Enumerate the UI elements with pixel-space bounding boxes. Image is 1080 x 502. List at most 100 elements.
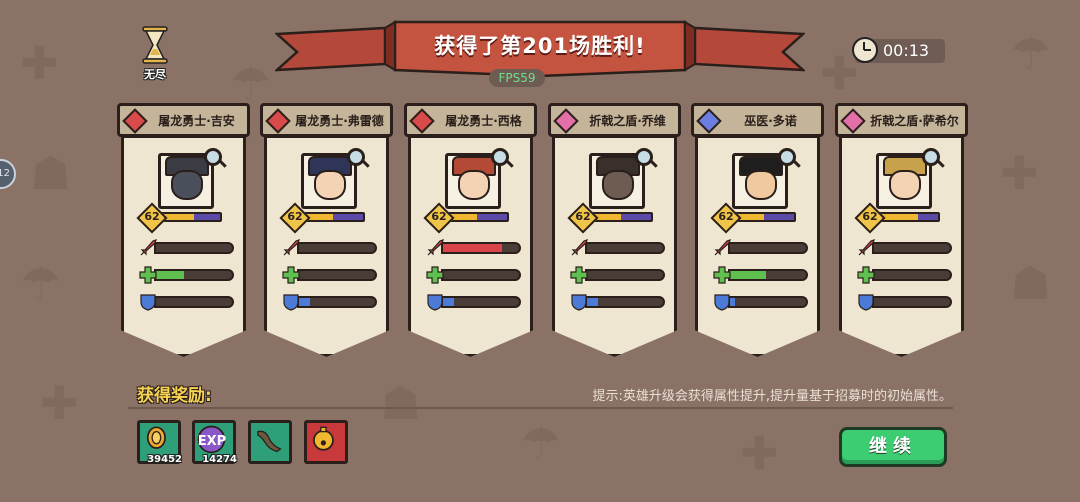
magnifier-icon[interactable]: [491, 148, 509, 166]
sword-icon: [427, 239, 444, 256]
sword-icon: [140, 239, 157, 256]
shield-icon: [427, 294, 443, 311]
shield-icon: [714, 294, 730, 311]
health-bar: [154, 269, 234, 281]
timer-value: 00:13: [883, 41, 930, 60]
health-bar-fill: [730, 271, 767, 279]
hero-face: [314, 170, 346, 200]
class-gem-icon: [122, 108, 148, 134]
hero-name: 巫医·多诺: [744, 114, 797, 128]
reward-gold[interactable]: 39452: [137, 420, 182, 465]
reward-lizard[interactable]: [248, 420, 292, 464]
magnifier-icon[interactable]: [347, 148, 365, 166]
hero-name-tab: 巫医·多诺: [691, 103, 824, 137]
sword-icon: [858, 239, 875, 256]
hero-card[interactable]: 折戟之盾·乔维 62: [548, 103, 681, 359]
health-bar: [297, 269, 377, 281]
defense-bar: [154, 296, 234, 308]
side-chat-bubble[interactable]: 12: [0, 159, 16, 189]
health-cross-icon: [713, 266, 731, 284]
health-cross-icon: [570, 266, 588, 284]
attack-bar: [297, 242, 377, 254]
health-cross-icon: [282, 266, 300, 284]
shield-icon: [283, 294, 299, 311]
defense-stat: [712, 292, 808, 311]
reward-count: 39452: [147, 454, 182, 465]
health-stat: [425, 265, 521, 284]
magnifier-icon[interactable]: [922, 148, 940, 166]
shield-icon: [571, 294, 587, 311]
hero-name-tab: 屠龙勇士·弗雷德: [260, 103, 393, 137]
magnifier-icon[interactable]: [778, 148, 796, 166]
rewards-divider: [128, 407, 953, 409]
hero-face: [745, 170, 777, 200]
defense-bar: [297, 296, 377, 308]
reward-exp[interactable]: EXP 14274: [192, 420, 237, 465]
health-cross-icon: [857, 266, 875, 284]
hero-card-body: 62: [839, 135, 964, 357]
hero-card[interactable]: 折戟之盾·萨希尔 62: [835, 103, 968, 359]
sword-icon: [714, 239, 731, 256]
hero-face: [889, 170, 921, 200]
defense-bar: [585, 296, 665, 308]
attack-stat: [569, 238, 665, 256]
attack-stat: [712, 238, 808, 256]
defense-stat: [138, 292, 234, 311]
hero-level: 62: [287, 210, 303, 223]
attack-bar-fill: [443, 244, 502, 252]
magnifier-icon[interactable]: [635, 148, 653, 166]
magnifier-icon[interactable]: [204, 148, 222, 166]
health-bar: [441, 269, 521, 281]
battle-timer: 00:13: [852, 37, 945, 63]
hero-face: [458, 170, 490, 200]
hero-face: [602, 170, 634, 200]
hero-name: 屠龙勇士·吉安: [158, 114, 235, 128]
shield-icon: [858, 294, 874, 311]
hero-card-body: 62: [121, 135, 246, 357]
hero-name-tab: 屠龙勇士·西格: [404, 103, 537, 137]
health-bar: [585, 269, 665, 281]
shield-icon: [140, 294, 156, 311]
attack-bar: [585, 242, 665, 254]
exp-glyph: EXP: [197, 434, 227, 449]
class-gem-icon: [553, 108, 579, 134]
hero-card[interactable]: 屠龙勇士·西格 62: [404, 103, 537, 359]
health-bar-fill: [156, 271, 185, 279]
class-gem-icon: [265, 108, 291, 134]
hero-card[interactable]: 屠龙勇士·吉安 62: [117, 103, 250, 359]
hero-card[interactable]: 屠龙勇士·弗雷德 62: [260, 103, 393, 359]
hero-face: [171, 170, 203, 200]
health-stat: [712, 265, 808, 284]
defense-stat: [281, 292, 377, 311]
reward-bell[interactable]: [304, 420, 348, 464]
health-bar: [872, 269, 952, 281]
sword-icon: [283, 239, 300, 256]
defense-bar: [441, 296, 521, 308]
defense-bar: [728, 296, 808, 308]
attack-bar: [872, 242, 952, 254]
hero-name: 屠龙勇士·弗雷德: [295, 114, 384, 128]
victory-title: 获得了第201场胜利!: [434, 34, 646, 58]
hero-name: 折戟之盾·乔维: [589, 114, 666, 128]
health-stat: [281, 265, 377, 284]
rewards-title: 获得奖励:: [137, 386, 212, 406]
class-gem-icon: [409, 108, 435, 134]
defense-stat: [569, 292, 665, 311]
attack-stat: [138, 238, 234, 256]
sword-icon: [571, 239, 588, 256]
endless-mode-indicator[interactable]: 无尽: [135, 26, 175, 82]
attack-stat: [856, 238, 952, 256]
hero-name-tab: 折戟之盾·萨希尔: [835, 103, 968, 137]
continue-button[interactable]: 继续: [839, 427, 947, 467]
health-cross-icon: [426, 266, 444, 284]
attack-bar: [154, 242, 234, 254]
hero-card-body: 62: [695, 135, 820, 357]
hero-card-body: 62: [552, 135, 677, 357]
health-stat: [138, 265, 234, 284]
health-stat: [569, 265, 665, 284]
hero-card[interactable]: 巫医·多诺 62: [691, 103, 824, 359]
hero-level: 62: [862, 210, 878, 223]
attack-stat: [425, 238, 521, 256]
clock-icon: [852, 37, 878, 63]
defense-stat: [856, 292, 952, 311]
